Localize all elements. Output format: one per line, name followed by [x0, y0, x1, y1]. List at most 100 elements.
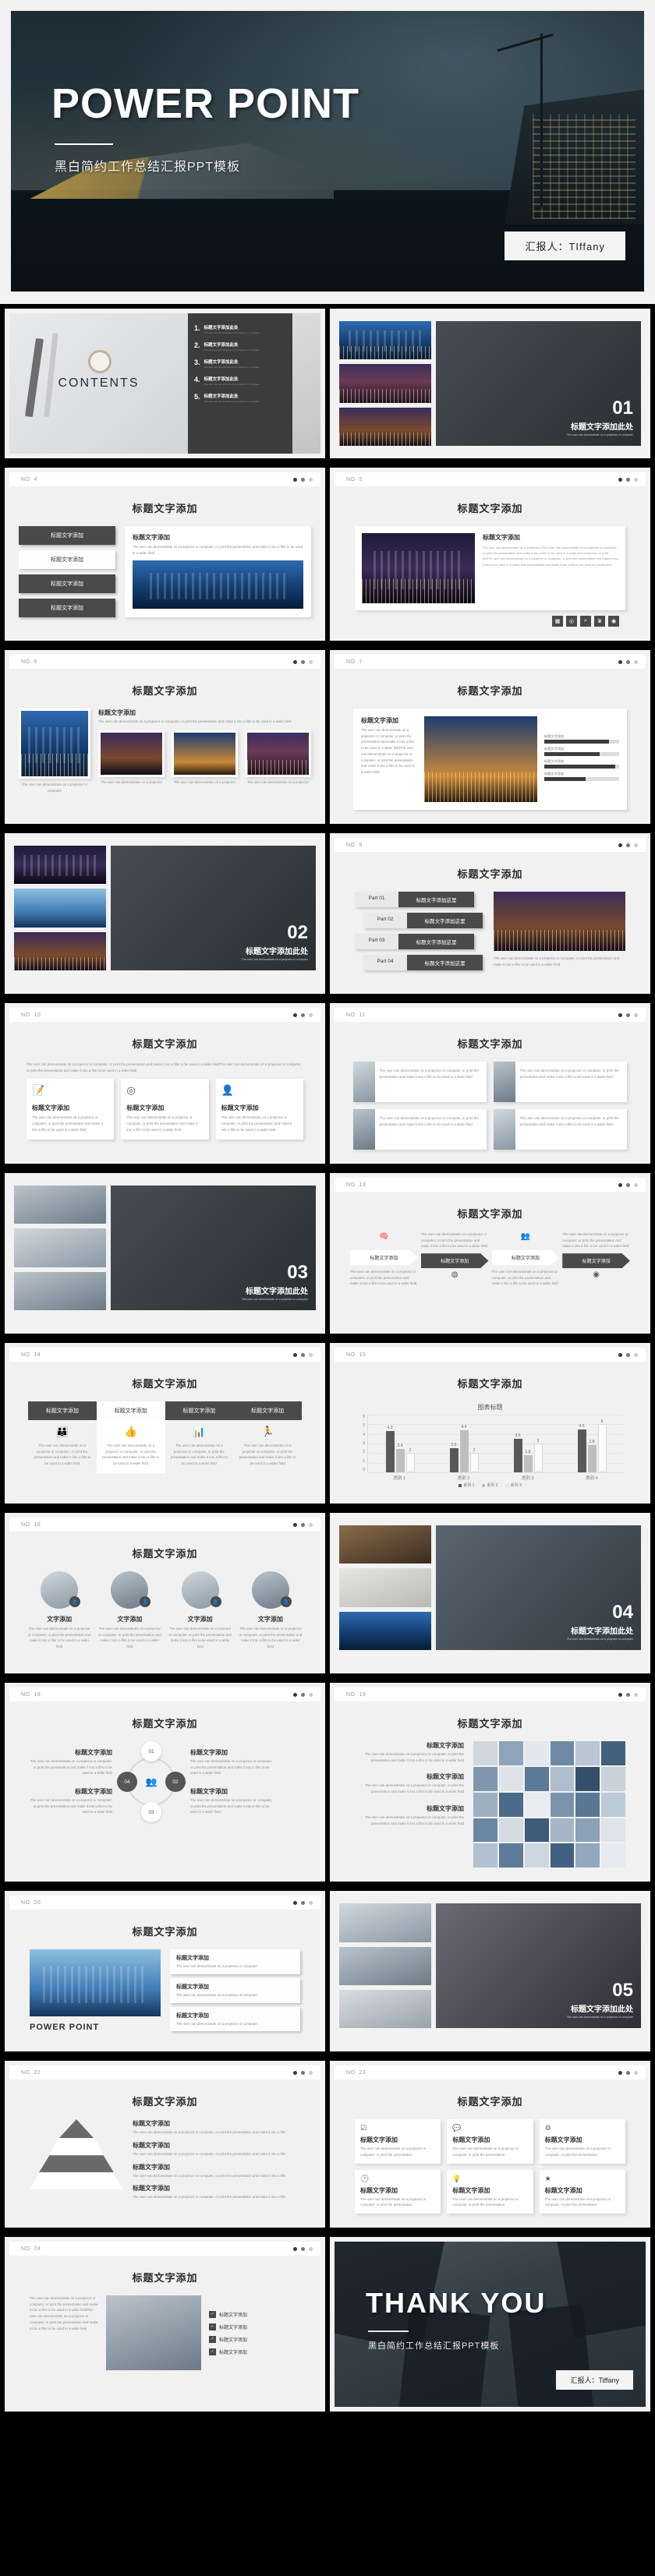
node-01[interactable]: 01: [141, 1741, 161, 1762]
page-dots[interactable]: [618, 843, 638, 847]
page-dots[interactable]: [618, 477, 638, 482]
dot-1[interactable]: [293, 477, 297, 482]
dot-2[interactable]: [301, 477, 305, 482]
slide-18[interactable]: NO 18 标题文字添加 标题文字添加 The user can demonstr…: [5, 1683, 325, 1882]
page-dots[interactable]: [618, 1352, 638, 1357]
slide-9[interactable]: NO 9 标题文字添加 Part 01 标题文字添加这里 Part 02 标题文字…: [330, 833, 650, 994]
section-slide-04[interactable]: 04 标题文字添加此处 The user can demonstrate on …: [330, 1513, 650, 1673]
level-item[interactable]: 标题文字添加 The user can demonstrate on a pro…: [133, 2141, 300, 2157]
page-dots[interactable]: [293, 1522, 313, 1527]
list-item[interactable]: 标题文字添加 The user can demonstrate on a pro…: [170, 1977, 300, 2003]
option-button[interactable]: 标题文字添加: [19, 574, 115, 593]
level-item[interactable]: 标题文字添加 The user can demonstrate on a pro…: [133, 2163, 300, 2179]
slide-7[interactable]: NO 7 标题文字添加 标题文字添加 The user can demonstra…: [330, 650, 650, 824]
page-dots[interactable]: [293, 2070, 313, 2075]
list-item[interactable]: ✓ 标题文字添加: [209, 2323, 300, 2330]
icon-card[interactable]: 💡 标题文字添加 The user can demonstrate on a p…: [447, 2169, 533, 2214]
person-card[interactable]: The user can demonstrate on a projector …: [353, 1109, 487, 1150]
list-item[interactable]: 1. 标题文字添加此处 The user can demonstrate on …: [194, 324, 286, 334]
part-row[interactable]: Part 02 标题文字添加这里: [355, 913, 483, 928]
step-item[interactable]: The user can demonstrate on a projector …: [562, 1231, 630, 1288]
page-dots[interactable]: [293, 1352, 313, 1357]
list-item[interactable]: 标题文字添加 The user can demonstrate on a pro…: [170, 1949, 300, 1974]
section-slide-02[interactable]: 02 标题文字添加此处 The user can demonstrate on …: [5, 833, 325, 994]
cover-slide[interactable]: POWER POINT 黑白简约工作总结汇报PPT模板 汇报人：TIffany: [11, 11, 644, 292]
page-dots[interactable]: [618, 1692, 638, 1697]
icon-card[interactable]: ★ 标题文字添加 The user can demonstrate on a p…: [539, 2169, 625, 2214]
step-item[interactable]: 👥 标题文字添加 The user can demonstrate on a p…: [491, 1233, 560, 1287]
slide-5[interactable]: NO 5 标题文字添加 标题文字添加 The user can demonstra…: [330, 468, 650, 641]
section-slide-03[interactable]: 03 标题文字添加此处 The user can demonstrate on …: [5, 1173, 325, 1334]
dot-3[interactable]: [309, 477, 313, 482]
icon-card[interactable]: ⚙ 标题文字添加 The user can demonstrate on a p…: [539, 2119, 625, 2164]
tab-2-active[interactable]: 标题文字添加: [96, 1401, 165, 1420]
list-item[interactable]: 4. 标题文字添加此处 The user can demonstrate on …: [194, 376, 286, 386]
feature-card[interactable]: 📝 标题文字添加 The user can demonstrate on a p…: [27, 1079, 115, 1140]
person-card[interactable]: The user can demonstrate on a projector …: [494, 1062, 627, 1102]
page-dots[interactable]: [293, 1692, 313, 1697]
member-card[interactable]: 👤 文字添加 The user can demonstrate on a pro…: [27, 1571, 92, 1650]
slide-23[interactable]: NO 23 标题文字添加 ☑ 标题文字添加 The user can demons…: [330, 2061, 650, 2228]
contents-slide[interactable]: CONTENTS 1. 标题文字添加此处 The user can demons…: [5, 309, 325, 458]
page-dots[interactable]: [618, 1012, 638, 1017]
page-dots[interactable]: [618, 659, 638, 664]
page-dots[interactable]: [293, 659, 313, 664]
node-02[interactable]: 02: [165, 1772, 186, 1792]
part-row[interactable]: Part 04 标题文字添加这里: [355, 955, 483, 970]
dot-3[interactable]: [634, 477, 638, 482]
step-item[interactable]: The user can demonstrate on a projector …: [420, 1231, 489, 1288]
page-dots[interactable]: [618, 2070, 638, 2075]
level-item[interactable]: 标题文字添加 The user can demonstrate on a pro…: [133, 2184, 300, 2200]
search-icon[interactable]: ⌕: [580, 616, 591, 627]
list-item[interactable]: ✓ 标题文字添加: [209, 2348, 300, 2355]
member-card[interactable]: 👤 文字添加 The user can demonstrate on a pro…: [168, 1571, 233, 1650]
slide-10[interactable]: NO 10 标题文字添加 The user can demonstrate on …: [5, 1003, 325, 1164]
page-dots[interactable]: [293, 2246, 313, 2251]
feature-card[interactable]: 👤 标题文字添加 The user can demonstrate on a p…: [215, 1079, 303, 1140]
level-item[interactable]: 标题文字添加 The user can demonstrate on a pro…: [133, 2119, 300, 2136]
slide-20[interactable]: NO 20 标题文字添加 POWER POINT 标题文字添加 The user …: [5, 1891, 325, 2052]
slide-13[interactable]: NO 13 标题文字添加 🧠 标题文字添加 The user can demons…: [330, 1173, 650, 1334]
option-button[interactable]: 标题文字添加: [19, 599, 115, 617]
node-03[interactable]: 03: [141, 1802, 161, 1822]
icon-card[interactable]: ☑ 标题文字添加 The user can demonstrate on a p…: [355, 2119, 441, 2164]
page-dots[interactable]: [293, 477, 313, 482]
page-dots[interactable]: [293, 1900, 313, 1905]
option-button-active[interactable]: 标题文字添加: [19, 550, 115, 569]
list-item[interactable]: 标题文字添加 The user can demonstrate on a pro…: [170, 2006, 300, 2032]
icon-card[interactable]: 🕐 标题文字添加 The user can demonstrate on a p…: [355, 2169, 441, 2214]
page-dots[interactable]: [618, 1182, 638, 1187]
step-item[interactable]: 🧠 标题文字添加 The user can demonstrate on a p…: [350, 1233, 418, 1287]
list-item[interactable]: 3. 标题文字添加此处 The user can demonstrate on …: [194, 359, 286, 369]
person-card[interactable]: The user can demonstrate on a projector …: [494, 1109, 627, 1150]
tab-bar[interactable]: 标题文字添加 标题文字添加 标题文字添加 标题文字添加: [19, 1401, 311, 1420]
part-row[interactable]: Part 01 标题文字添加这里: [355, 892, 483, 907]
dot-2[interactable]: [626, 477, 630, 482]
page-dots[interactable]: [293, 1012, 313, 1017]
feature-card[interactable]: ◎ 标题文字添加 The user can demonstrate on a p…: [121, 1079, 209, 1140]
node-04[interactable]: 04: [117, 1772, 137, 1792]
compass-icon[interactable]: ◎: [566, 616, 577, 627]
list-item[interactable]: ✓ 标题文字添加: [209, 2335, 300, 2343]
section-slide-01[interactable]: 01 标题文字添加此处 The user can demonstrate on …: [330, 309, 650, 458]
slide-11[interactable]: NO 11 标题文字添加 The user can demonstrate on …: [330, 1003, 650, 1164]
trophy-icon[interactable]: ♛: [594, 616, 605, 627]
list-item[interactable]: 2. 标题文字添加此处 The user can demonstrate on …: [194, 341, 286, 352]
part-row[interactable]: Part 03 标题文字添加这里: [355, 934, 483, 949]
slide-24[interactable]: NO 24 标题文字添加 The user can demonstrate on …: [5, 2237, 325, 2412]
drop-icon[interactable]: ◉: [608, 616, 619, 627]
list-item[interactable]: 5. 标题文字添加此处 The user can demonstrate on …: [194, 393, 286, 403]
slide-19[interactable]: NO 19 标题文字添加 标题文字添加 The user can demonstr…: [330, 1683, 650, 1882]
slide-15[interactable]: NO 15 标题文字添加 图表标题 6 5 4 3 2 1 0 4.3 2.4 …: [330, 1343, 650, 1504]
member-card[interactable]: 👤 文字添加 The user can demonstrate on a pro…: [97, 1571, 162, 1650]
option-button[interactable]: 标题文字添加: [19, 526, 115, 545]
section-slide-05[interactable]: 05 标题文字添加此处 The user can demonstrate on …: [330, 1891, 650, 2052]
tab-4[interactable]: 标题文字添加: [233, 1401, 302, 1420]
slide-14[interactable]: NO 14 标题文字添加 标题文字添加 标题文字添加 标题文字添加 标题文字添加 …: [5, 1343, 325, 1504]
list-item[interactable]: ✓ 标题文字添加: [209, 2310, 300, 2318]
tab-3[interactable]: 标题文字添加: [165, 1401, 234, 1420]
member-card[interactable]: 👤 文字添加 The user can demonstrate on a pro…: [238, 1571, 303, 1650]
slide-22[interactable]: NO 22 标题文字添加 标题文字添加 The user can demonst…: [5, 2061, 325, 2228]
person-card[interactable]: The user can demonstrate on a projector …: [353, 1062, 487, 1102]
tab-1[interactable]: 标题文字添加: [28, 1401, 97, 1420]
